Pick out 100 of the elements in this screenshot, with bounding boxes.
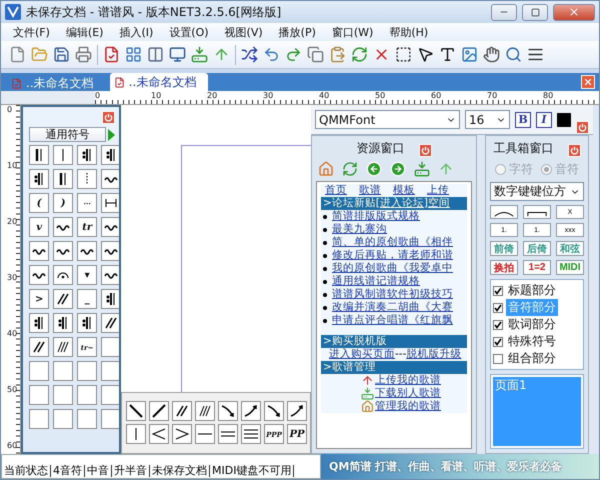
- post-link[interactable]: 我的原创歌曲《我爱卓中: [332, 262, 453, 275]
- font-select[interactable]: QMMFont: [315, 110, 460, 129]
- forum-link[interactable]: 进入论坛: [380, 197, 424, 210]
- document-check-icon[interactable]: [103, 46, 120, 63]
- menu-item[interactable]: 播放(P): [270, 24, 324, 40]
- symbol-button[interactable]: PP: [287, 424, 307, 444]
- redo-icon[interactable]: [285, 46, 302, 63]
- tie-button[interactable]: [523, 205, 551, 219]
- symbol-button[interactable]: [29, 241, 50, 261]
- post-link[interactable]: 最美九寨沟: [332, 223, 387, 236]
- lines-icon[interactable]: [527, 46, 544, 63]
- symbol-button[interactable]: [53, 313, 74, 333]
- new-file-icon[interactable]: [9, 46, 26, 63]
- symbol-button[interactable]: [77, 241, 98, 261]
- minimize-button[interactable]: [491, 4, 517, 20]
- symbol-button[interactable]: [101, 193, 119, 213]
- manage-link[interactable]: 上传我的歌谱: [375, 374, 441, 387]
- empty-symbol-slot[interactable]: [101, 409, 119, 429]
- symbol-button[interactable]: [101, 169, 119, 189]
- part-item[interactable]: 歌词部分: [506, 316, 558, 333]
- part-item[interactable]: 组合部分: [506, 350, 558, 367]
- symbol-button[interactable]: [29, 337, 50, 357]
- empty-symbol-slot[interactable]: [77, 385, 98, 405]
- post-link[interactable]: 简谱排版版式规格: [332, 210, 420, 223]
- symbol-button[interactable]: [53, 241, 74, 261]
- menu-item[interactable]: 编辑(E): [58, 24, 112, 40]
- symbol-category-select[interactable]: 通用符号: [29, 127, 106, 142]
- empty-symbol-slot[interactable]: [101, 361, 119, 381]
- maximize-button[interactable]: [522, 4, 548, 20]
- symbol-button[interactable]: v: [29, 217, 50, 237]
- symbol-button[interactable]: [126, 424, 146, 444]
- italic-button[interactable]: I: [536, 112, 552, 128]
- checkbox[interactable]: [493, 320, 503, 330]
- close-tab-button[interactable]: [581, 75, 595, 89]
- symbol-button[interactable]: [195, 424, 215, 444]
- buy-link[interactable]: 脱机版升级: [406, 348, 462, 361]
- play-arrow-icon[interactable]: [108, 128, 115, 140]
- symbol-button[interactable]: ): [53, 193, 74, 213]
- font-size-select[interactable]: 16: [465, 110, 510, 129]
- symbol-button[interactable]: tr: [77, 217, 98, 237]
- menu-item[interactable]: 设置(O): [161, 24, 217, 40]
- symbol-button[interactable]: [126, 401, 146, 421]
- symbol-button[interactable]: >: [29, 289, 50, 309]
- symbol-button[interactable]: [29, 313, 50, 333]
- symbol-button[interactable]: [149, 424, 169, 444]
- paste-icon[interactable]: [329, 46, 346, 63]
- nav-link[interactable]: 歌谱: [359, 184, 381, 197]
- copy-icon[interactable]: [307, 46, 324, 63]
- symbol-button[interactable]: [77, 313, 98, 333]
- symbol-button[interactable]: [29, 169, 50, 189]
- save-icon[interactable]: [53, 46, 70, 63]
- forum-link[interactable]: 空间: [428, 197, 450, 210]
- download-icon[interactable]: [414, 161, 430, 177]
- menu-item[interactable]: 帮助(H): [381, 24, 436, 40]
- symbol-button[interactable]: [29, 265, 50, 285]
- symbol-button[interactable]: [101, 241, 119, 261]
- checkbox[interactable]: [493, 336, 503, 346]
- symbol-button[interactable]: [53, 217, 74, 237]
- empty-symbol-slot[interactable]: [29, 409, 50, 429]
- symbol-button[interactable]: [241, 401, 261, 421]
- key-layout-select[interactable]: 数字键键位方: [490, 182, 584, 201]
- text-color-swatch[interactable]: [557, 112, 571, 126]
- symbol-button[interactable]: [101, 265, 119, 285]
- menu-item[interactable]: 插入(I): [111, 24, 162, 40]
- search-icon[interactable]: [505, 46, 522, 63]
- tool-button[interactable]: 1=2: [523, 260, 551, 275]
- monitor-icon[interactable]: [169, 46, 186, 63]
- menu-item[interactable]: 窗口(W): [324, 24, 382, 40]
- menu-item[interactable]: 视图(V): [216, 24, 271, 40]
- undo-icon[interactable]: [263, 46, 280, 63]
- symbol-button[interactable]: ▾: [77, 265, 98, 285]
- empty-symbol-slot[interactable]: [77, 409, 98, 429]
- text-tool-icon[interactable]: [439, 46, 456, 63]
- shuffle-icon[interactable]: [241, 46, 258, 63]
- nav-link[interactable]: 首页: [325, 184, 347, 197]
- symbol-button[interactable]: [172, 424, 192, 444]
- post-link[interactable]: 申请点评合唱谱《红旗飘: [332, 314, 453, 327]
- symbol-button[interactable]: [53, 145, 74, 165]
- symbol-button[interactable]: [218, 424, 238, 444]
- nav-link[interactable]: 上传: [427, 184, 449, 197]
- empty-symbol-slot[interactable]: [101, 385, 119, 405]
- symbol-button[interactable]: [101, 313, 119, 333]
- symbol-button[interactable]: _: [77, 289, 98, 309]
- symbol-button[interactable]: [101, 289, 119, 309]
- symbol-button[interactable]: (: [29, 193, 50, 213]
- grid-icon[interactable]: [125, 46, 142, 63]
- symbol-button[interactable]: [172, 401, 192, 421]
- post-link[interactable]: 改编并演奏二胡曲《大赛: [332, 301, 453, 314]
- manage-link[interactable]: 下载别人歌谱: [375, 387, 441, 400]
- symbol-button[interactable]: [101, 217, 119, 237]
- symbol-button[interactable]: [241, 424, 261, 444]
- symbol-button[interactable]: [264, 401, 284, 421]
- buy-link[interactable]: 进入购买页面: [329, 348, 395, 361]
- columns-icon[interactable]: [147, 46, 164, 63]
- post-link[interactable]: 谱谱风制谱软件初级技巧: [332, 288, 453, 301]
- symbol-button[interactable]: [149, 401, 169, 421]
- checkbox[interactable]: [493, 302, 503, 312]
- symbol-button[interactable]: [218, 401, 238, 421]
- checkbox[interactable]: [493, 286, 503, 296]
- download-icon[interactable]: [191, 46, 208, 63]
